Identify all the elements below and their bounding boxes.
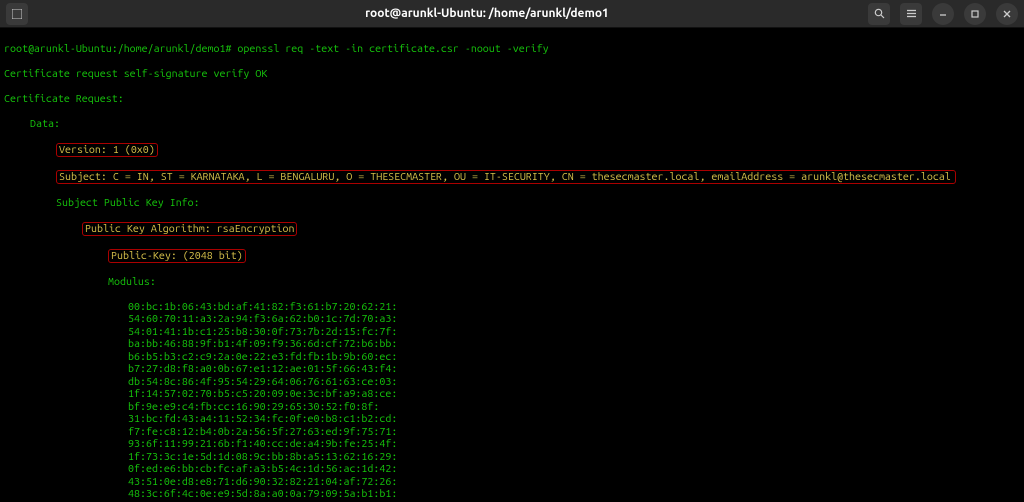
modulus-line: f7:fe:c8:12:b4:0b:2a:56:5f:27:63:ed:9f:7… — [4, 426, 1020, 439]
terminal-pane[interactable]: root@arunkl-Ubuntu:/home/arunkl/demo1# o… — [0, 28, 1024, 502]
window-title: root@arunkl-Ubuntu: /home/arunkl/demo1 — [126, 7, 848, 20]
prompt: root@arunkl-Ubuntu:/home/arunkl/demo1# — [4, 43, 231, 55]
maximize-button[interactable] — [964, 3, 986, 25]
close-icon — [1002, 9, 1012, 19]
new-tab-button[interactable] — [6, 3, 28, 25]
modulus-line: ba:bb:46:88:9f:b1:4f:09:f9:36:6d:cf:72:b… — [4, 338, 1020, 351]
modulus-line: db:54:8c:86:4f:95:54:29:64:06:76:61:63:c… — [4, 376, 1020, 389]
modulus-line: 93:6f:11:99:21:6b:f1:40:cc:de:a4:9b:fe:2… — [4, 438, 1020, 451]
modulus-line: bf:9e:e9:c4:fb:cc:16:90:29:65:30:52:f0:8… — [4, 401, 1020, 414]
command-line: root@arunkl-Ubuntu:/home/arunkl/demo1# o… — [4, 43, 1020, 56]
verify-status: Certificate request self-signature verif… — [4, 68, 1020, 81]
modulus-line: 0f:ed:e6:bb:cb:fc:af:a3:b5:4c:1d:56:ac:1… — [4, 463, 1020, 476]
hamburger-icon — [906, 8, 917, 19]
minimize-icon — [938, 9, 948, 19]
command-text: openssl req -text -in certificate.csr -n… — [231, 43, 548, 55]
maximize-icon — [970, 9, 980, 19]
modulus-header: Modulus: — [4, 276, 1020, 289]
modulus-line: 48:3c:6f:4c:0e:e9:5d:8a:a0:0a:79:09:5a:b… — [4, 488, 1020, 501]
modulus-line: 54:01:41:1b:c1:25:b8:30:0f:73:7b:2d:15:f… — [4, 326, 1020, 339]
search-icon — [874, 8, 885, 19]
minimize-button[interactable] — [932, 3, 954, 25]
spki-header: Subject Public Key Info: — [4, 197, 1020, 210]
modulus-line: 54:60:70:11:a3:2a:94:f3:6a:62:b0:1c:7d:7… — [4, 313, 1020, 326]
subject-row: Subject: C = IN, ST = KARNATAKA, L = BEN… — [4, 170, 1020, 185]
cert-request-header: Certificate Request: — [4, 93, 1020, 106]
subject-text: Subject: C = IN, ST = KARNATAKA, L = BEN… — [59, 171, 951, 183]
close-button[interactable] — [996, 3, 1018, 25]
modulus-line: 1f:73:3c:1e:5d:1d:08:9c:bb:8b:a5:13:62:1… — [4, 451, 1020, 464]
search-button[interactable] — [868, 3, 890, 25]
modulus-line: 00:bc:1b:06:43:bd:af:41:82:f3:61:b7:20:6… — [4, 301, 1020, 314]
modulus-block: 00:bc:1b:06:43:bd:af:41:82:f3:61:b7:20:6… — [4, 301, 1020, 502]
data-header: Data: — [4, 118, 1020, 131]
modulus-line: b7:27:d8:f8:a0:0b:67:e1:12:ae:01:5f:66:4… — [4, 363, 1020, 376]
pubkey-alg-row: Public Key Algorithm: rsaEncryption — [4, 222, 1020, 237]
modulus-line: 1f:14:57:02:70:b5:c5:20:09:0e:3c:bf:a9:a… — [4, 388, 1020, 401]
window-titlebar: root@arunkl-Ubuntu: /home/arunkl/demo1 — [0, 0, 1024, 28]
menu-button[interactable] — [900, 3, 922, 25]
modulus-line: 43:51:0e:d8:e8:71:d6:90:32:82:21:04:af:7… — [4, 476, 1020, 489]
pubkey-bits-row: Public-Key: (2048 bit) — [4, 249, 1020, 264]
version-text: Version: 1 (0x0) — [59, 144, 155, 156]
modulus-line: b6:b5:b3:c2:c9:2a:0e:22:e3:fd:fb:1b:9b:6… — [4, 351, 1020, 364]
version-row: Version: 1 (0x0) — [4, 143, 1020, 158]
modulus-line: 31:bc:fd:43:a4:11:52:34:fc:0f:e0:b8:c1:b… — [4, 413, 1020, 426]
terminal-icon — [12, 9, 22, 19]
pubkey-alg-text: Public Key Algorithm: rsaEncryption — [85, 223, 294, 235]
pubkey-bits-text: Public-Key: (2048 bit) — [111, 250, 243, 262]
